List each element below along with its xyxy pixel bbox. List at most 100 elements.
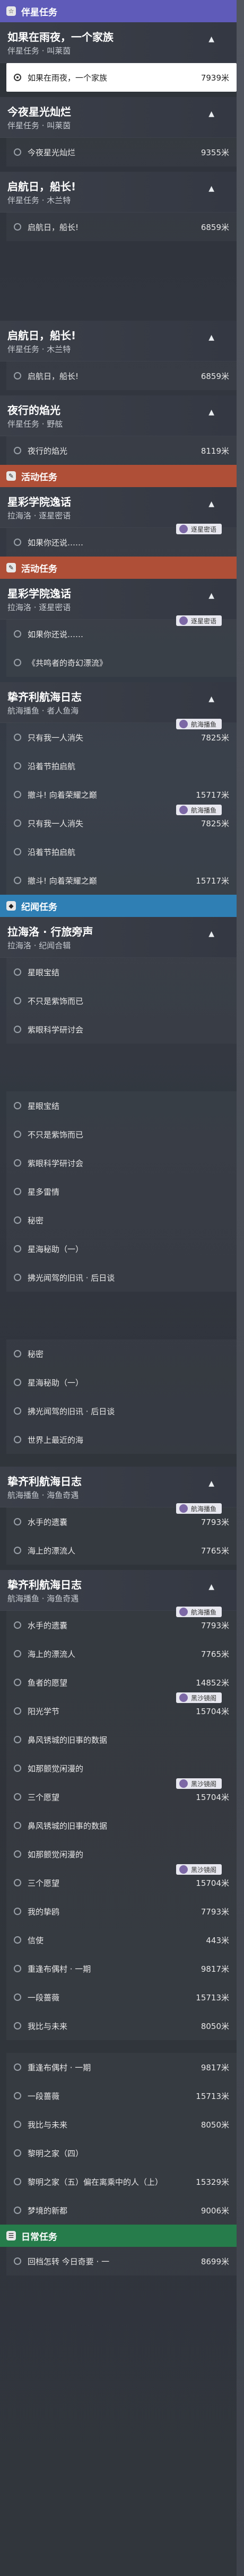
quest-row[interactable]: 航海播鱼 只有我一人消失 7825米	[6, 805, 237, 837]
quest-row-selected[interactable]: 如果在雨夜，一个家族 7939米	[6, 63, 237, 92]
collapse-triangle-icon[interactable]: ▲	[208, 1479, 214, 1488]
quest-row[interactable]: 秘密	[6, 1206, 237, 1234]
quest-row[interactable]: 紫眼科学研讨会	[6, 1149, 237, 1177]
section-header-daily[interactable]: ☰ 日常任务	[0, 2225, 244, 2247]
quest-row[interactable]: 世界上最近的海	[6, 1425, 237, 1454]
tag-icon	[179, 1504, 188, 1513]
quest-card-sail[interactable]: 启航日，船长! 伴星任务 · 木兰特 ▲	[0, 172, 237, 213]
quest-row-label: 今夜星光灿烂	[28, 147, 76, 157]
quest-row[interactable]: 我比与未来 8050米	[6, 2012, 237, 2040]
quest-row-label: 回档怎转 今日奇要 · 一	[28, 2256, 110, 2266]
collapse-triangle-icon[interactable]: ▲	[208, 110, 214, 118]
radio-icon	[14, 1216, 21, 1224]
collapse-triangle-icon[interactable]: ▲	[208, 500, 214, 508]
quest-row[interactable]: 星海秘助（一）	[6, 1234, 237, 1263]
quest-row[interactable]: 拂光闻驾的旧讯 · 后日谈	[6, 1397, 237, 1425]
quest-card-trail[interactable]: 拉海洛 · 行旅旁声 拉海洛 · 纪闻合辑 ▲	[0, 917, 237, 958]
quest-card-night[interactable]: 夜行的焰光 伴星任务 · 野舷 ▲	[0, 395, 237, 436]
quest-card-sunset[interactable]: 今夜星光灿烂 伴星任务 · 叫莱茵 ▲	[0, 97, 237, 138]
quest-card-family[interactable]: 如果在雨夜，一个家族 伴星任务 · 叫莱茵 ▲	[0, 22, 237, 63]
quest-row[interactable]: 今夜星光灿烂 9355米	[6, 138, 237, 166]
quest-row[interactable]: 黎明之家（五）偏在离乘中的人（上） 15329米	[6, 2167, 237, 2196]
quest-row[interactable]: 撤斗! 向着荣耀之巅 15717米	[6, 866, 237, 895]
collapse-triangle-icon[interactable]: ▲	[208, 35, 214, 43]
quest-card-log-1[interactable]: 挚齐利航海日志 航海播鱼 · 者人鱼海 ▲	[0, 682, 237, 723]
quest-row[interactable]: 夜行的焰光 8119米	[6, 436, 237, 465]
collapse-triangle-icon[interactable]: ▲	[208, 184, 214, 193]
quest-row[interactable]: 海上的漂流人 7765米	[6, 1639, 237, 1668]
quest-row[interactable]: 沿着节拍启航	[6, 837, 237, 866]
quest-row[interactable]: 不只是紫饰而已	[6, 986, 237, 1015]
section-header-companion[interactable]: ☆ 伴星任务	[0, 0, 244, 22]
radio-icon	[14, 1026, 21, 1033]
quest-row[interactable]: 海上的漂流人 7765米	[6, 1536, 237, 1565]
collapse-triangle-icon[interactable]: ▲	[208, 592, 214, 600]
quest-row[interactable]: 秘密	[6, 1339, 237, 1368]
radio-icon	[14, 2121, 21, 2128]
quest-row[interactable]: 黑沙镜阁 阳光学节 15704米	[6, 1692, 237, 1725]
quest-row-label: 撤斗! 向着荣耀之巅	[28, 876, 97, 886]
quest-row[interactable]: 紫眼科学研讨会	[6, 1015, 237, 1044]
quest-row[interactable]: 星多雷情	[6, 1177, 237, 1206]
quest-row-distance: 9817米	[201, 1964, 229, 1974]
collapse-triangle-icon[interactable]: ▲	[208, 695, 214, 703]
quest-row[interactable]: 重逢布偶村 · 一期 9817米	[6, 1954, 237, 1983]
quest-row-distance: 15713米	[196, 1992, 229, 2002]
section-header-trailblaze[interactable]: ◆ 纪闻任务	[0, 895, 244, 917]
quest-row[interactable]: 鼻风锈城的旧事的数据	[6, 1725, 237, 1754]
quest-row[interactable]: 回档怎转 今日奇要 · 一 8699米	[6, 2247, 237, 2275]
quest-row[interactable]: 重逢布偶村 · 一期 9817米	[6, 2053, 237, 2081]
quest-row[interactable]: 逐星密语 如果你还说……	[6, 524, 237, 557]
quest-row-label: 我比与未来	[28, 2021, 68, 2031]
quest-row[interactable]: 我比与未来 8050米	[6, 2110, 237, 2139]
collapse-triangle-icon[interactable]: ▲	[208, 333, 214, 342]
quest-row[interactable]: 启航日，船长! 6859米	[6, 361, 237, 390]
radio-icon	[14, 2063, 21, 2071]
quest-row-label: 黎明之家（四）	[28, 2148, 84, 2158]
quest-row-label: 秘密	[28, 1349, 44, 1359]
quest-row[interactable]: 鼻风锈城的旧事的数据	[6, 1811, 237, 1840]
collapse-triangle-icon[interactable]: ▲	[208, 930, 214, 938]
quest-row[interactable]: 航海播鱼 水手的遗囊 7793米	[6, 1503, 237, 1536]
radio-icon	[14, 1965, 21, 1972]
quest-row-distance: 7825米	[201, 733, 229, 743]
quest-row[interactable]: 逐星密语 如果你还说……	[6, 615, 237, 648]
quest-row[interactable]: 航海播鱼 只有我一人消失 7825米	[6, 719, 237, 752]
quest-row-distance: 7793米	[201, 1620, 229, 1630]
quest-row[interactable]: 星海秘助（一）	[6, 1368, 237, 1397]
quest-card-log-2[interactable]: 挚齐利航海日志 航海播鱼 · 海鱼奇遇 ▲	[0, 1467, 237, 1507]
radio-icon	[14, 819, 21, 827]
quest-row[interactable]: 星眼宝结	[6, 958, 237, 986]
quest-list-page: ☆ 伴星任务 如果在雨夜，一个家族 伴星任务 · 叫莱茵 ▲ 如果在雨夜，一个家…	[0, 0, 244, 2576]
quest-row[interactable]: 黑沙镜阁 三个愿望 15704米	[6, 1778, 237, 1811]
quest-row[interactable]: 拂光闻驾的旧讯 · 后日谈	[6, 1263, 237, 1292]
quest-row[interactable]: 一段蔷薇 15713米	[6, 2081, 237, 2110]
quest-row[interactable]: 梦境的新都 9006米	[6, 2196, 237, 2225]
quest-row[interactable]: 沿着节拍启航	[6, 752, 237, 780]
quest-row[interactable]: 我的挚鸥 7793米	[6, 1897, 237, 1926]
radio-icon	[14, 1159, 21, 1167]
quest-row[interactable]: 启航日，船长! 6859米	[6, 213, 237, 241]
quest-row[interactable]: 黑沙镜阁 三个愿望 15704米	[6, 1864, 237, 1897]
quest-row[interactable]: 不只是紫饰而已	[6, 1120, 237, 1149]
quest-row[interactable]: 星眼宝结	[6, 1091, 237, 1120]
quest-card-academy[interactable]: 星彩学院逸话 拉海洛 · 逐星密语 ▲	[0, 487, 237, 528]
radio-icon	[14, 1936, 21, 1944]
quest-row[interactable]: 信使 443米	[6, 1926, 237, 1954]
quest-row-distance: 8699米	[201, 2256, 229, 2266]
quest-card-sail-2[interactable]: 启航日，船长! 伴星任务 · 木兰特 ▲	[0, 321, 237, 361]
quest-row[interactable]: 一段蔷薇 15713米	[6, 1983, 237, 2012]
quest-row[interactable]: 《共鸣者的奇幻漂流》	[6, 648, 237, 677]
quest-card-academy-2[interactable]: 星彩学院逸话 拉海洛 · 逐星密语 ▲	[0, 579, 237, 620]
quest-row[interactable]: 黎明之家（四）	[6, 2139, 237, 2167]
section-header-activity[interactable]: ✎ 活动任务	[0, 465, 244, 487]
quest-row-distance: 15717米	[196, 790, 229, 800]
right-scroll-track[interactable]	[237, 0, 244, 2576]
quest-row[interactable]: 航海播鱼 水手的遗囊 7793米	[6, 1607, 237, 1639]
quest-card-log-3[interactable]: 挚齐利航海日志 航海播鱼 · 海鱼奇遇 ▲	[0, 1570, 237, 1611]
collapse-triangle-icon[interactable]: ▲	[208, 1583, 214, 1591]
collapse-triangle-icon[interactable]: ▲	[208, 408, 214, 417]
radio-icon	[14, 1993, 21, 2001]
quest-subtitle: 拉海洛 · 逐星密语	[7, 603, 71, 612]
section-header-activity-2[interactable]: ✎ 活动任务	[0, 557, 244, 579]
